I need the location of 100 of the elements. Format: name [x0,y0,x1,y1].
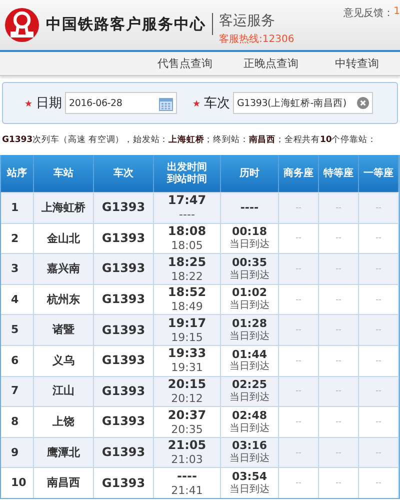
calendar-icon[interactable] [159,97,173,111]
duration-text: 02:25 [232,378,267,392]
duration-text: 01:28 [232,317,267,330]
train-summary: G1393次列车（高速 有空调），始发站：上海虹桥；终到站：南昌西；全程共有10个停靠站： [2,134,378,147]
service-title: 客运服务 [219,12,276,30]
table-cell: -- [336,386,342,396]
date-field[interactable]: 2016-06-28 [65,92,177,114]
table-cell: 南昌西 [47,476,80,490]
table-cell: -- [376,478,382,488]
table-cell: 10 [11,476,26,490]
table-cell: -- [336,233,342,244]
table-cell: G1393 [102,384,146,399]
arrival-day-text: 当日到达 [230,392,270,404]
departure-time: ---- [177,468,197,484]
table-cell: 6 [11,354,19,368]
table-cell: 诸暨 [52,323,74,338]
arrival-day-text: 当日到达 [230,422,270,436]
feedback-label[interactable]: 意见反馈： [344,6,394,20]
table-cell: -- [376,202,382,213]
duration-text: 00:35 [232,256,267,270]
arrival-day-text: 当日到达 [230,361,270,374]
table-cell: -- [296,294,302,305]
table-cell: 上饶 [52,415,74,429]
table-cell: -- [376,294,382,305]
table-cell: 5 [11,323,19,338]
table-cell: G1393 [102,353,146,368]
column-header: 站序 [7,168,27,180]
arrival-time: 20:12 [171,392,203,406]
table-cell: -- [296,356,302,366]
departure-time: 18:08 [168,224,206,240]
organization-name: 中国铁路客户服务中心 [46,15,206,34]
arrival-time: ---- [179,208,195,222]
hotline-text: 客服热线:12306 [219,32,294,46]
table-cell: 4 [11,292,19,306]
duration-text: 03:54 [232,470,267,484]
arrival-time: 21:03 [171,453,203,467]
table-cell: 9 [11,446,19,460]
table-cell: -- [376,264,382,274]
table-cell: -- [376,356,382,366]
nav-link[interactable]: 代售点查询 [142,56,228,71]
arrival-day-text: 当日到达 [230,330,270,344]
column-header: 车站 [54,168,74,180]
table-cell: -- [336,416,342,427]
arrival-day-text: 当日到达 [230,453,270,466]
table-cell: G1393 [102,230,146,246]
table-cell: -- [296,478,302,488]
departure-time: 18:25 [168,254,206,270]
table-cell: G1393 [102,200,146,216]
table-cell: 上海虹桥 [42,200,86,215]
table-cell: -- [336,478,342,488]
departure-time: 20:37 [168,408,206,423]
table-cell: -- [296,264,302,274]
column-header: 到站时间 [167,174,207,185]
duration-text: 00:18 [232,225,267,238]
duration-text: 03:16 [232,439,267,452]
duration-text: ---- [240,200,259,215]
table-cell: G1393 [102,445,146,460]
train-field[interactable]: G1393(上海虹桥-南昌西) [233,92,373,114]
railway-logo-icon [4,7,40,43]
arrival-time: 19:31 [171,361,203,376]
duration-text: 01:02 [232,286,267,300]
arrival-time: 21:41 [171,484,203,498]
field-label: 日期 [36,95,62,112]
table-cell: G1393 [102,292,146,308]
arrival-time: 18:22 [171,270,203,284]
clear-icon[interactable] [357,97,369,109]
departure-time: 20:15 [168,376,206,392]
departure-time: 17:47 [168,193,206,208]
arrival-day-text: 当日到达 [230,300,270,313]
table-cell: -- [376,448,382,458]
table-cell: -- [336,294,342,305]
arrival-day-text: 当日到达 [230,484,270,496]
table-cell: -- [336,202,342,213]
column-header: 出发时间 [167,162,207,174]
table-cell: -- [376,233,382,244]
table-cell: -- [296,416,302,427]
table-cell: 杭州东 [47,292,80,306]
table-cell: 嘉兴南 [47,262,80,276]
table-cell: -- [376,325,382,336]
column-header: 商务座 [284,168,314,180]
table-cell: G1393 [102,261,146,276]
column-header: 车次 [114,168,134,180]
table-cell: -- [296,202,302,213]
column-header: 特等座 [324,168,354,180]
arrival-time: 18:49 [171,300,203,314]
table-cell: -- [336,325,342,336]
column-header: 一等座 [364,168,394,180]
field-label: 车次 [204,95,230,112]
table-cell: -- [336,448,342,458]
column-header: 历时 [240,168,260,180]
table-cell: -- [296,233,302,244]
arrival-time: 18:05 [171,239,203,253]
table-cell: 7 [11,384,19,398]
nav-link[interactable]: 中转查询 [314,56,400,71]
arrival-time: 19:15 [171,330,203,345]
arrival-day-text: 当日到达 [230,239,270,252]
nav-link[interactable]: 正晚点查询 [228,56,314,71]
duration-text: 02:48 [232,408,267,422]
arrival-time: 20:35 [171,422,203,436]
table-cell: 8 [11,415,19,429]
